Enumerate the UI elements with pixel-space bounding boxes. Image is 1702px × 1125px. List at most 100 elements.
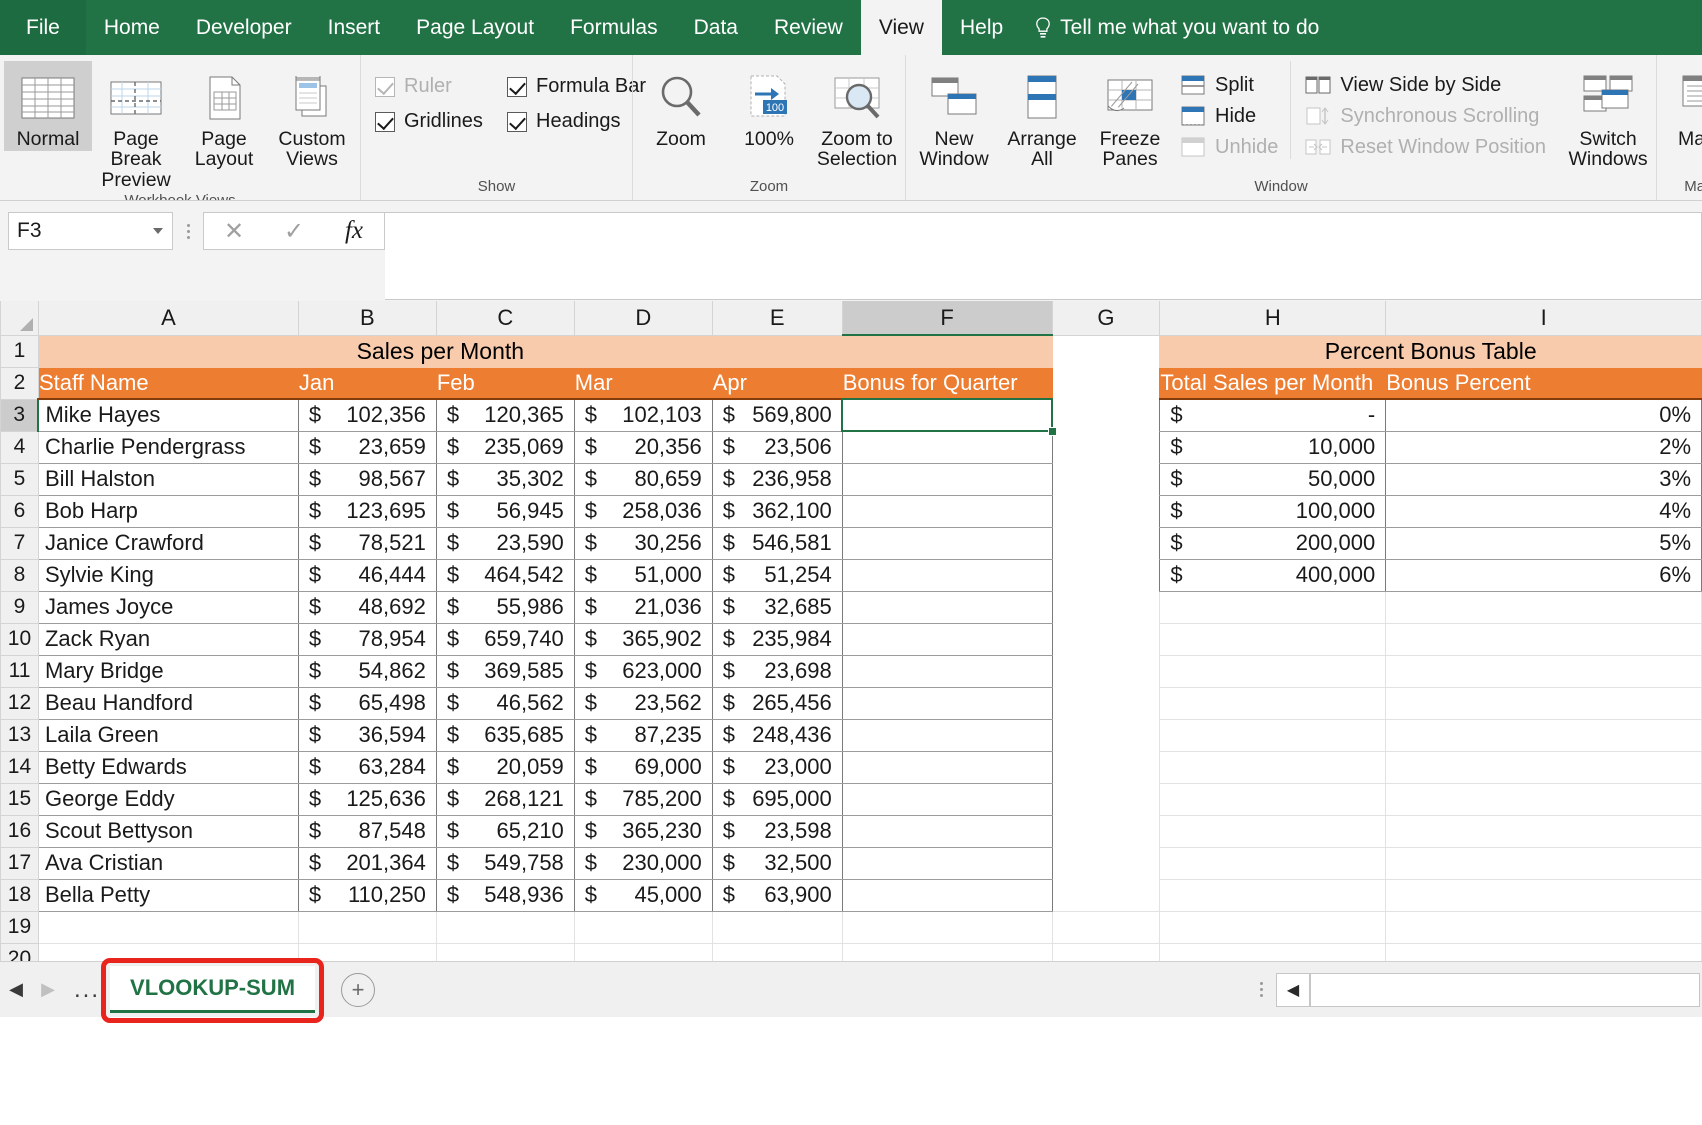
cell-a16[interactable]: Scout Bettyson [38, 815, 298, 847]
cell-i16[interactable] [1386, 815, 1702, 847]
cell-g2[interactable] [1052, 367, 1160, 399]
cell-a13[interactable]: Laila Green [38, 719, 298, 751]
ribbon-tab-home[interactable]: Home [86, 0, 178, 55]
cell-a5[interactable]: Bill Halston [38, 463, 298, 495]
column-header-h[interactable]: H [1160, 301, 1386, 335]
check-icon[interactable]: ✓ [264, 217, 324, 246]
cell-a17[interactable]: Ava Cristian [38, 847, 298, 879]
cell-c3[interactable]: $120,365 [436, 399, 574, 431]
ribbon-tab-page-layout[interactable]: Page Layout [398, 0, 552, 55]
cell-h6[interactable]: $100,000 [1160, 495, 1386, 527]
cell-c11[interactable]: $369,585 [436, 655, 574, 687]
cell-b16[interactable]: $87,548 [298, 815, 436, 847]
cell-g16[interactable] [1052, 815, 1160, 847]
cell-f20[interactable] [842, 943, 1052, 961]
cell-b18[interactable]: $110,250 [298, 879, 436, 911]
row-header-19[interactable]: 19 [1, 911, 39, 943]
cell-h16[interactable] [1160, 815, 1386, 847]
cell-h10[interactable] [1160, 623, 1386, 655]
scroll-split-grip[interactable] [1246, 971, 1276, 1009]
cell-g18[interactable] [1052, 879, 1160, 911]
cell-b20[interactable] [298, 943, 436, 961]
cell-c16[interactable]: $65,210 [436, 815, 574, 847]
cell-g5[interactable] [1052, 463, 1160, 495]
cell-h8[interactable]: $400,000 [1160, 559, 1386, 591]
cell-d19[interactable] [574, 911, 712, 943]
ribbon-tab-view[interactable]: View [861, 0, 942, 55]
ribbon-tab-help[interactable]: Help [942, 0, 1021, 55]
cell-i4[interactable]: 2% [1386, 431, 1702, 463]
horizontal-scroll-left-button[interactable]: ◀ [1276, 973, 1310, 1007]
row-header-8[interactable]: 8 [1, 559, 39, 591]
column-header-g[interactable]: G [1052, 301, 1160, 335]
cell-e8[interactable]: $51,254 [712, 559, 842, 591]
cell-f10[interactable] [842, 623, 1052, 655]
row-header-7[interactable]: 7 [1, 527, 39, 559]
cell-i13[interactable] [1386, 719, 1702, 751]
cell-i8[interactable]: 6% [1386, 559, 1702, 591]
cell-d6[interactable]: $258,036 [574, 495, 712, 527]
cell-i7[interactable]: 5% [1386, 527, 1702, 559]
ruler-checkbox[interactable]: Ruler [375, 75, 495, 98]
cell-f16[interactable] [842, 815, 1052, 847]
cell-a12[interactable]: Beau Handford [38, 687, 298, 719]
cell-e3[interactable]: $569,800 [712, 399, 842, 431]
cell-e10[interactable]: $235,984 [712, 623, 842, 655]
fill-handle[interactable] [1048, 427, 1057, 436]
cell-c20[interactable] [436, 943, 574, 961]
cell-e14[interactable]: $23,000 [712, 751, 842, 783]
row-header-15[interactable]: 15 [1, 783, 39, 815]
cell-d10[interactable]: $365,902 [574, 623, 712, 655]
cell-f3[interactable] [842, 399, 1052, 431]
cell-d3[interactable]: $102,103 [574, 399, 712, 431]
cell-c9[interactable]: $55,986 [436, 591, 574, 623]
row-header-2[interactable]: 2 [1, 367, 39, 399]
page-break-preview-button[interactable]: Page Break Preview [92, 61, 180, 192]
cell-e12[interactable]: $265,456 [712, 687, 842, 719]
column-header-i[interactable]: I [1386, 301, 1702, 335]
reset-window-position-button[interactable]: Reset Window Position [1305, 135, 1546, 159]
cell-h17[interactable] [1160, 847, 1386, 879]
cell-a10[interactable]: Zack Ryan [38, 623, 298, 655]
cell-c13[interactable]: $635,685 [436, 719, 574, 751]
normal-view-button[interactable]: Normal [4, 61, 92, 151]
cell-d12[interactable]: $23,562 [574, 687, 712, 719]
cell-i18[interactable] [1386, 879, 1702, 911]
cell-h20[interactable] [1160, 943, 1386, 961]
column-header-e[interactable]: E [712, 301, 842, 335]
cell-e16[interactable]: $23,598 [712, 815, 842, 847]
cell-d14[interactable]: $69,000 [574, 751, 712, 783]
cell-c7[interactable]: $23,590 [436, 527, 574, 559]
cell-f15[interactable] [842, 783, 1052, 815]
cell-f5[interactable] [842, 463, 1052, 495]
zoom-to-selection-button[interactable]: Zoom to Selection [813, 61, 901, 172]
cell-e18[interactable]: $63,900 [712, 879, 842, 911]
name-box-dropdown-icon[interactable] [153, 228, 163, 234]
cell-b9[interactable]: $48,692 [298, 591, 436, 623]
cell-c19[interactable] [436, 911, 574, 943]
view-side-by-side-button[interactable]: View Side by Side [1305, 73, 1546, 97]
headings-checkbox[interactable]: Headings [507, 110, 621, 133]
sheet-tab-vlookup-sum[interactable]: VLOOKUP-SUM [110, 966, 315, 1013]
cell-e9[interactable]: $32,685 [712, 591, 842, 623]
row-header-12[interactable]: 12 [1, 687, 39, 719]
add-sheet-button[interactable]: + [341, 973, 375, 1007]
cell-g1[interactable] [1052, 335, 1160, 367]
zoom-100-button[interactable]: 100 100% [725, 61, 813, 151]
cell-c5[interactable]: $35,302 [436, 463, 574, 495]
cell-i9[interactable] [1386, 591, 1702, 623]
cell-d9[interactable]: $21,036 [574, 591, 712, 623]
cell-e6[interactable]: $362,100 [712, 495, 842, 527]
row-header-17[interactable]: 17 [1, 847, 39, 879]
cell-h4[interactable]: $10,000 [1160, 431, 1386, 463]
ribbon-tab-review[interactable]: Review [756, 0, 861, 55]
cell-e7[interactable]: $546,581 [712, 527, 842, 559]
cell-a8[interactable]: Sylvie King [38, 559, 298, 591]
name-box[interactable]: F3 [8, 212, 173, 250]
cell-g19[interactable] [1052, 911, 1160, 943]
cell-a9[interactable]: James Joyce [38, 591, 298, 623]
cell-i14[interactable] [1386, 751, 1702, 783]
cell-c17[interactable]: $549,758 [436, 847, 574, 879]
cell-d15[interactable]: $785,200 [574, 783, 712, 815]
cell-f17[interactable] [842, 847, 1052, 879]
